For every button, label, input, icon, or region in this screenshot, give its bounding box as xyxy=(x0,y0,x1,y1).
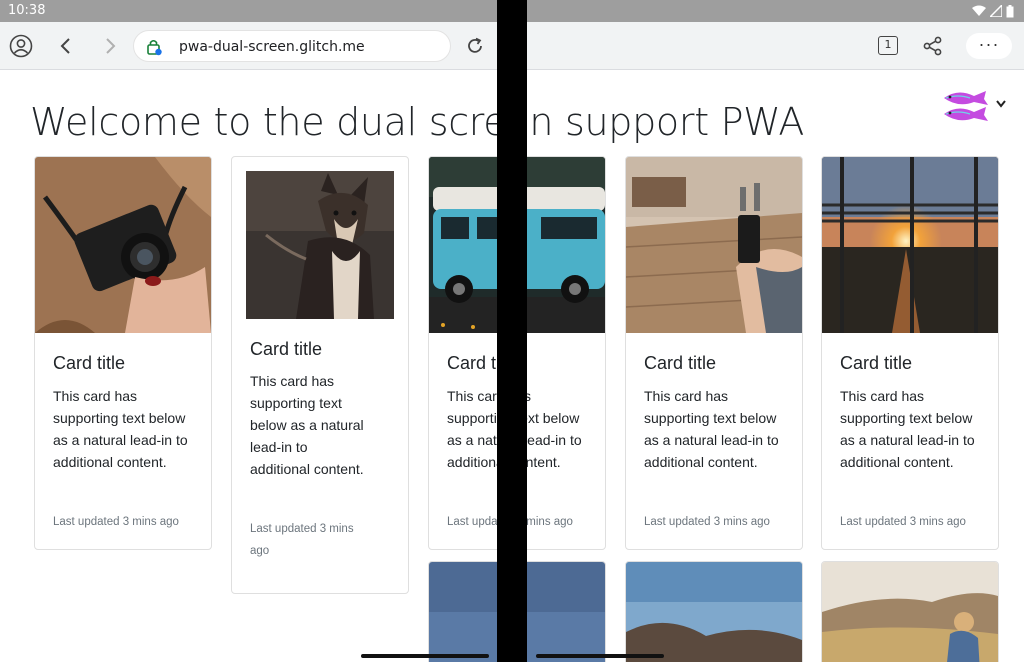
phone-photo xyxy=(626,157,802,333)
url-text: pwa-dual-screen.glitch.me xyxy=(179,39,365,55)
signal-icon xyxy=(990,5,1002,17)
dog-photo xyxy=(246,171,394,319)
card-footer: Last updated 3 mins ago xyxy=(840,516,966,528)
card-text: This card has supporting text below as a… xyxy=(53,388,188,470)
card: Card title This card has supporting text… xyxy=(231,156,409,594)
battery-icon xyxy=(1006,4,1014,17)
card xyxy=(821,561,999,662)
reload-icon xyxy=(468,37,482,53)
wifi-icon xyxy=(972,5,986,16)
reload-button[interactable] xyxy=(464,35,486,57)
address-bar[interactable]: pwa-dual-screen.glitch.me xyxy=(133,30,451,62)
mountain-sky-photo xyxy=(626,562,802,662)
card-title: Card title xyxy=(250,339,323,359)
forward-button[interactable] xyxy=(100,36,120,56)
camera-photo xyxy=(35,157,211,333)
card: Card title This card has supporting text… xyxy=(625,156,803,550)
lock-icon xyxy=(147,39,162,56)
card-footer: Last updated 3 mins ago xyxy=(644,516,770,528)
fish-logo-icon[interactable] xyxy=(940,88,992,126)
card-text: This card has supporting text below as a… xyxy=(840,388,975,470)
share-button[interactable] xyxy=(922,35,944,57)
card: Card title This card has supporting text… xyxy=(821,156,999,550)
more-options-button[interactable]: ··· xyxy=(966,33,1012,59)
card xyxy=(625,561,803,662)
status-time: 10:38 xyxy=(8,3,46,18)
left-gesture-bar[interactable] xyxy=(361,654,489,658)
device-hinge xyxy=(497,0,527,662)
page-title: Welcome to the dual screen support PWA xyxy=(30,100,805,144)
back-arrow-icon xyxy=(60,38,70,54)
card-title: Card title xyxy=(53,353,126,373)
card-title: Card title xyxy=(840,353,913,373)
card-text: This card has supporting text below as a… xyxy=(644,388,779,470)
chevron-down-icon[interactable] xyxy=(996,100,1006,108)
status-icons xyxy=(972,2,1014,20)
back-button[interactable] xyxy=(56,36,76,56)
card-text: This card has supporting text below as a… xyxy=(250,373,364,477)
profile-icon xyxy=(9,34,33,58)
forward-arrow-icon xyxy=(106,38,116,54)
woman-landscape-photo xyxy=(822,562,998,662)
share-icon xyxy=(923,36,942,56)
right-gesture-bar[interactable] xyxy=(536,654,664,658)
profile-button[interactable] xyxy=(9,34,33,58)
card-footer: Last updated 3 mins ago xyxy=(53,516,179,528)
card: Card title This card has supporting text… xyxy=(34,156,212,550)
sunset-highway-photo xyxy=(822,157,998,333)
tab-count-button[interactable]: 1 xyxy=(878,36,898,55)
card-footer: Last updated 3 mins ago xyxy=(250,523,354,557)
card-title: Card title xyxy=(644,353,717,373)
